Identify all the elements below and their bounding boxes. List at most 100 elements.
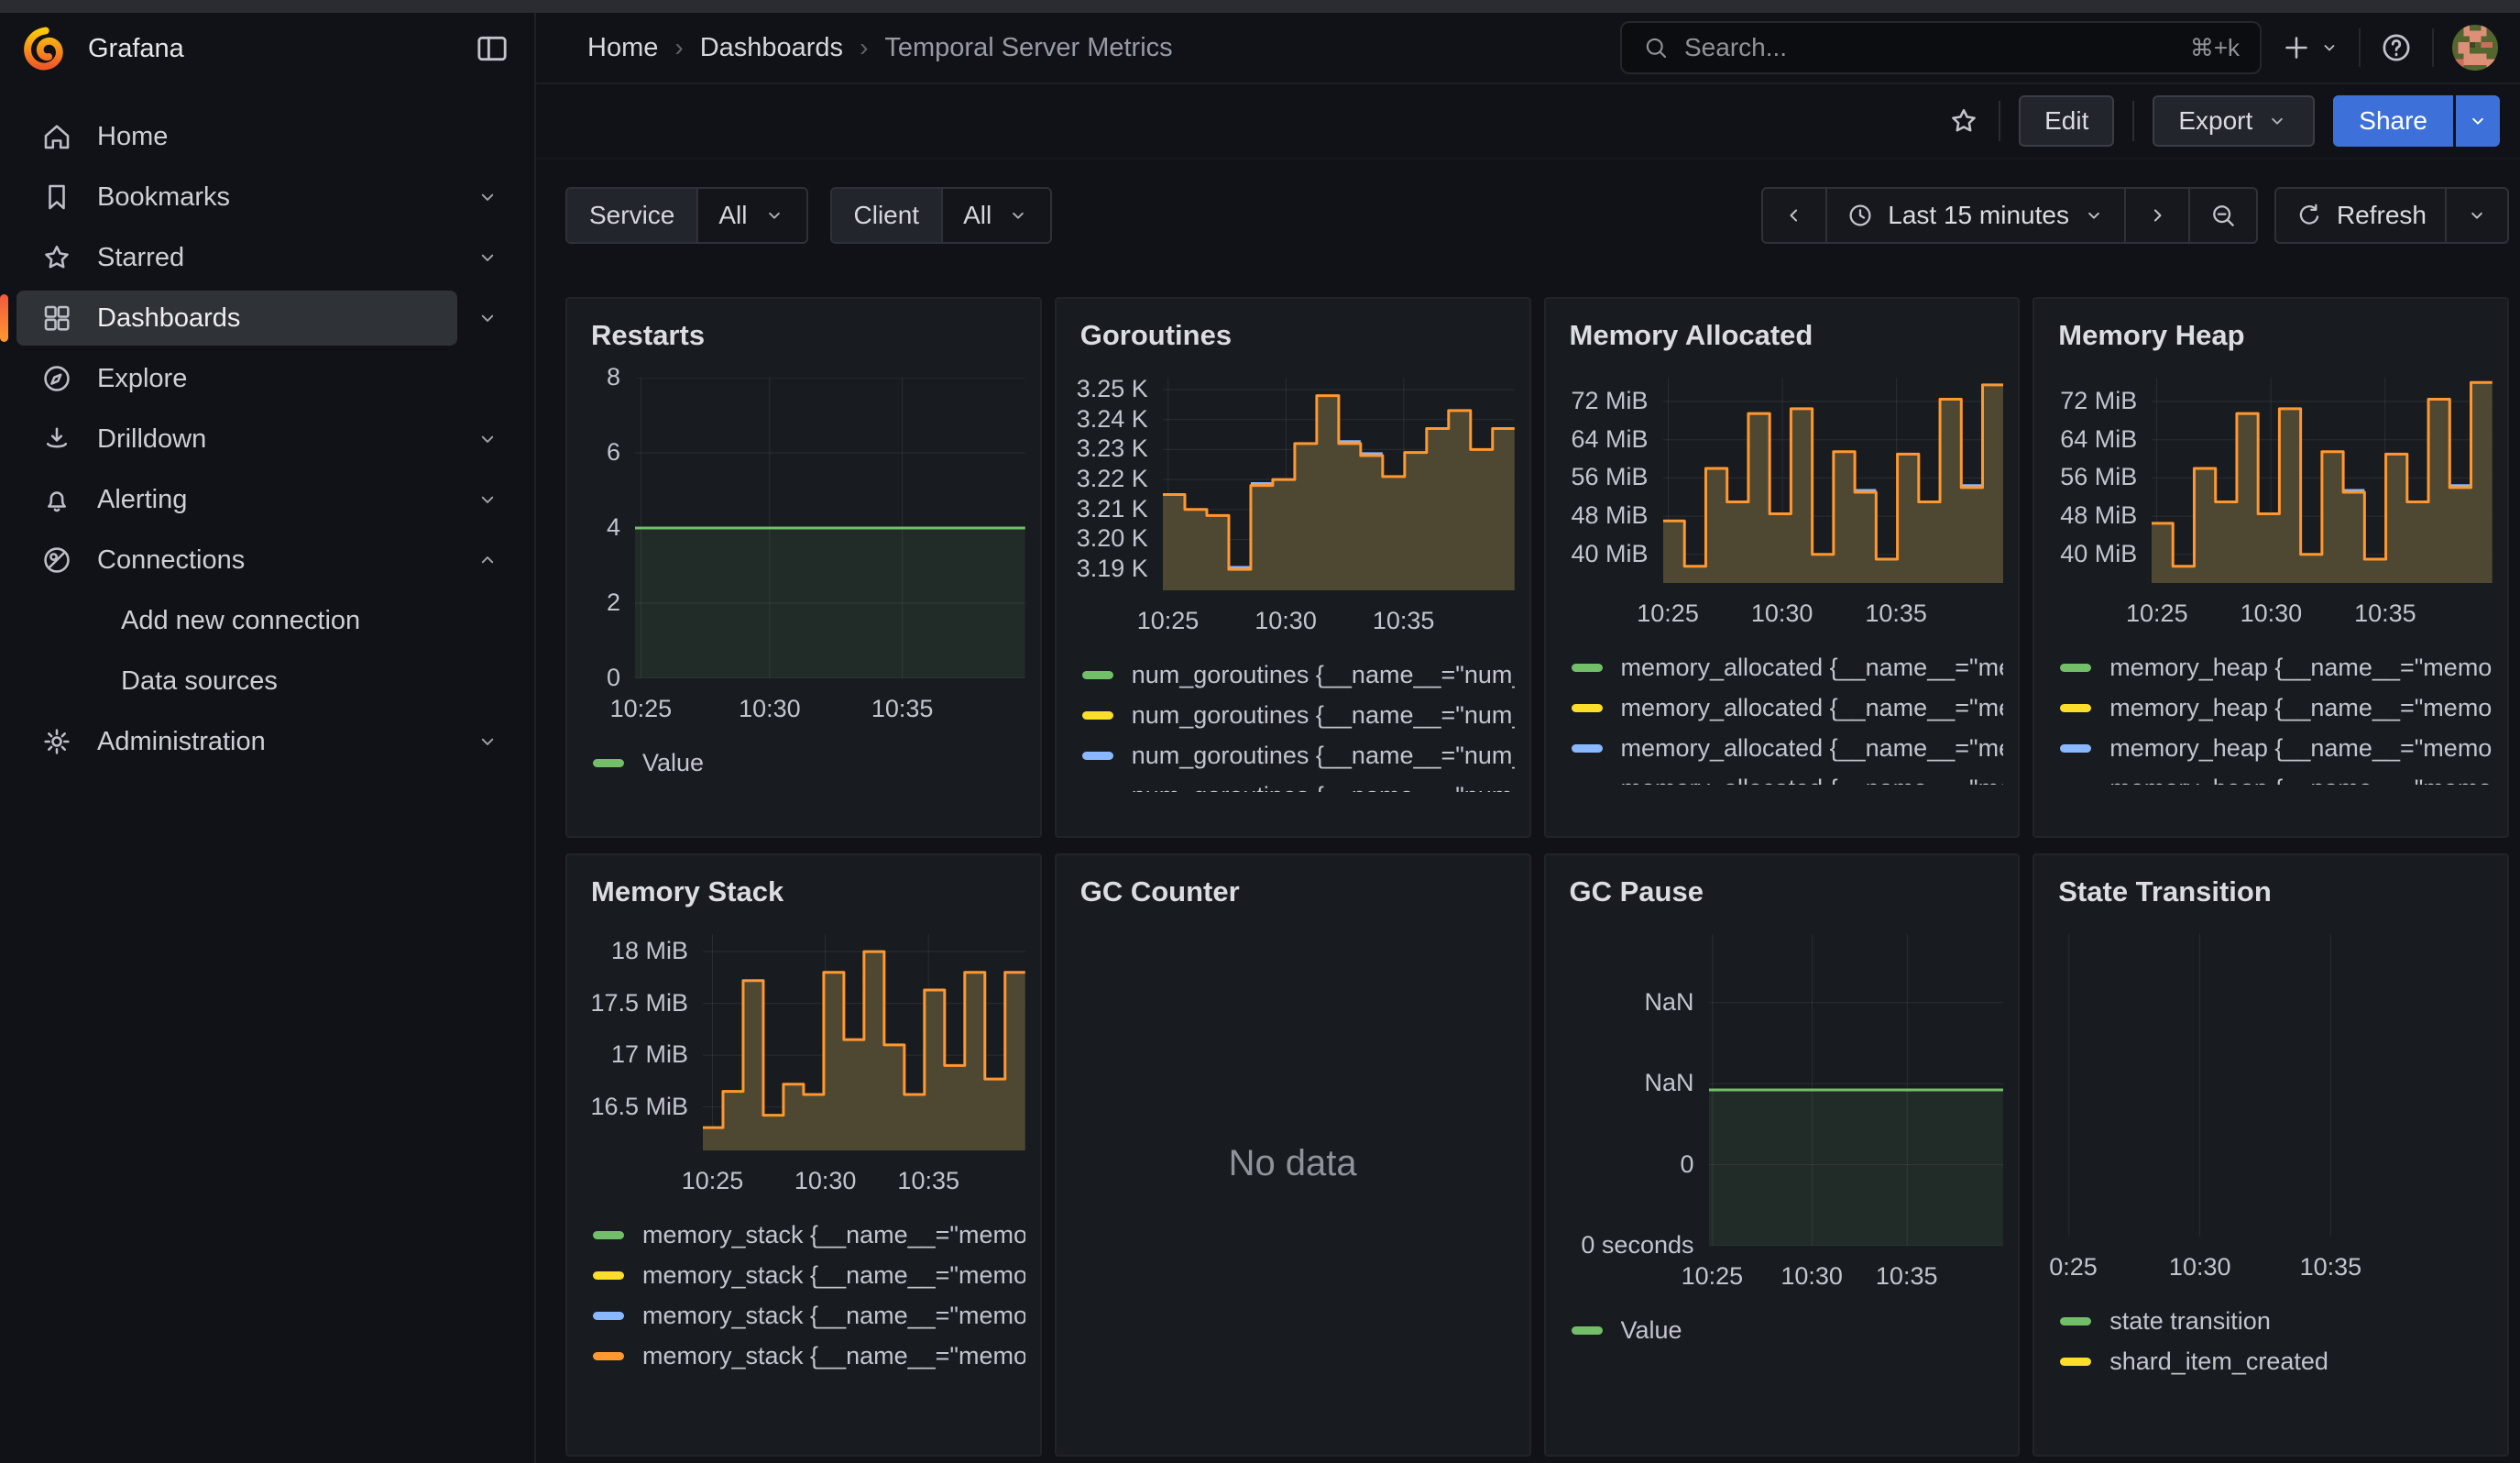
share-menu-button[interactable] xyxy=(2456,95,2500,147)
sidebar-item-expand-button[interactable] xyxy=(457,547,518,573)
add-new-button[interactable] xyxy=(2280,31,2340,64)
sidebar-toggle-button[interactable] xyxy=(474,30,510,67)
sidebar-item-link[interactable]: Starred xyxy=(16,230,457,285)
sidebar-item-link[interactable]: Home xyxy=(16,109,518,164)
legend-item[interactable]: memory_allocated {__name__="memo xyxy=(1572,688,2004,728)
legend-item[interactable]: memory_stack {__name__="memory_s xyxy=(593,1295,1025,1336)
legend-item[interactable]: memory_heap {__name__="memory_h xyxy=(2060,688,2493,728)
panel-title[interactable]: State Transition xyxy=(2049,855,2493,908)
sidebar-item-expand-button[interactable] xyxy=(457,426,518,452)
sidebar-item-starred: Starred xyxy=(16,227,518,288)
plus-icon xyxy=(2280,31,2313,64)
legend-item[interactable]: state transition xyxy=(2060,1301,2493,1341)
chart-canvas[interactable] xyxy=(703,934,1025,1150)
panel-restarts: Restarts8642010:2510:3010:35Value xyxy=(565,297,1042,838)
legend-item[interactable]: memory_stack {__name__="memory_s xyxy=(593,1255,1025,1295)
breadcrumb-item-dashboards[interactable]: Dashboards xyxy=(700,33,843,63)
legend: memory_allocated {__name__="memomemory_a… xyxy=(1561,647,2004,785)
legend-item[interactable]: num_goroutines {__name__="num_go xyxy=(1082,776,1515,792)
refresh-interval-button[interactable] xyxy=(2445,189,2507,242)
sidebar-item-expand-button[interactable] xyxy=(457,487,518,512)
legend-item[interactable]: memory_heap {__name__="memory_h xyxy=(2060,728,2493,768)
chart-canvas[interactable] xyxy=(635,378,1025,678)
chart-canvas[interactable] xyxy=(2152,378,2493,583)
star-icon-svg xyxy=(40,241,73,274)
legend-item[interactable]: memory_allocated {__name__="memo xyxy=(1572,768,2004,785)
x-tick-label: 0:25 xyxy=(2049,1253,2098,1282)
legend-item[interactable]: num_goroutines {__name__="num_go xyxy=(1082,695,1515,735)
panel-title[interactable]: GC Pause xyxy=(1561,855,2004,908)
legend: state transitionshard_item_created xyxy=(2049,1301,2493,1381)
chart-canvas[interactable] xyxy=(1163,378,1515,590)
sidebar-item-link[interactable]: Add new connection xyxy=(16,593,518,648)
panel-title[interactable]: GC Counter xyxy=(1071,855,1515,908)
variable-filter-client[interactable]: ClientAll xyxy=(830,187,1053,244)
compass-icon-svg xyxy=(40,362,73,395)
export-button[interactable]: Export xyxy=(2153,95,2315,147)
plot-row: NaNNaN00 seconds xyxy=(1561,934,2004,1246)
sidebar-item-link[interactable]: Drilldown xyxy=(16,412,457,467)
edit-button[interactable]: Edit xyxy=(2019,95,2114,147)
help-button[interactable] xyxy=(2379,30,2414,65)
legend-item[interactable]: shard_item_created xyxy=(2060,1341,2493,1381)
legend-item[interactable]: Value xyxy=(593,742,1025,783)
zoom-out-button[interactable] xyxy=(2188,189,2256,242)
variable-value-dropdown[interactable]: All xyxy=(943,189,1050,242)
sidebar-item-link[interactable]: Explore xyxy=(16,351,518,406)
legend-item[interactable]: memory_heap {__name__="memory_h xyxy=(2060,768,2493,785)
chart-canvas[interactable] xyxy=(2049,934,2493,1237)
sidebar-item-expand-button[interactable] xyxy=(457,245,518,270)
sidebar-item-link[interactable]: Data sources xyxy=(16,654,518,709)
legend-item[interactable]: num_goroutines {__name__="num_go xyxy=(1082,654,1515,695)
user-avatar[interactable] xyxy=(2452,25,2498,71)
legend-label: memory_heap {__name__="memory_h xyxy=(2109,734,2493,763)
x-tick-label: 10:30 xyxy=(794,1167,857,1195)
panel-title[interactable]: Memory Allocated xyxy=(1561,299,2004,352)
time-range-picker[interactable]: Last 15 minutes xyxy=(1825,189,2124,242)
divider xyxy=(2359,28,2361,67)
sidebar-item-link[interactable]: Dashboards xyxy=(16,291,457,346)
legend-item[interactable]: num_goroutines {__name__="num_go xyxy=(1082,735,1515,776)
legend-item[interactable]: Value xyxy=(1572,1310,2004,1350)
time-back-button[interactable] xyxy=(1763,189,1825,242)
chevron-right-icon xyxy=(2144,203,2170,228)
chart-canvas[interactable] xyxy=(1663,378,2004,583)
sidebar-item-link[interactable]: Alerting xyxy=(16,472,457,527)
refresh-button[interactable]: Refresh xyxy=(2276,189,2445,242)
panel-title[interactable]: Memory Stack xyxy=(582,855,1025,908)
breadcrumb-item-home[interactable]: Home xyxy=(587,33,658,63)
chevron-down-icon xyxy=(475,729,500,754)
variable-value-dropdown[interactable]: All xyxy=(698,189,805,242)
y-tick-label: 6 xyxy=(607,438,620,467)
time-forward-button[interactable] xyxy=(2124,189,2188,242)
sidebar-item-expand-button[interactable] xyxy=(457,184,518,210)
sidebar-item-label: Data sources xyxy=(121,666,278,697)
panel-title[interactable]: Goroutines xyxy=(1071,299,1515,352)
panel-title[interactable]: Restarts xyxy=(582,299,1025,352)
legend-label: memory_heap {__name__="memory_h xyxy=(2109,654,2493,682)
star-dashboard-button[interactable] xyxy=(1947,104,1980,138)
sidebar-item-add-new-connection: Add new connection xyxy=(16,590,518,651)
share-button[interactable]: Share xyxy=(2333,95,2453,147)
variable-filter-service[interactable]: ServiceAll xyxy=(565,187,808,244)
clock-icon xyxy=(1846,201,1875,230)
sidebar-item-link[interactable]: Administration xyxy=(16,714,457,769)
panel-gc-counter: GC CounterNo data xyxy=(1055,853,1531,1457)
bookmark-icon-svg xyxy=(40,181,73,214)
sidebar-item-link[interactable]: Connections xyxy=(16,533,457,588)
legend-label: num_goroutines {__name__="num_go xyxy=(1132,701,1515,730)
sidebar-item-expand-button[interactable] xyxy=(457,305,518,331)
sidebar-item-expand-button[interactable] xyxy=(457,729,518,754)
legend-item[interactable]: memory_stack {__name__="memory_s xyxy=(593,1215,1025,1255)
sidebar-item-link[interactable]: Bookmarks xyxy=(16,170,457,225)
plot-area xyxy=(1663,378,2004,583)
chart-canvas[interactable] xyxy=(1709,934,2004,1246)
legend-item[interactable]: memory_heap {__name__="memory_h xyxy=(2060,647,2493,688)
legend-item[interactable]: memory_allocated {__name__="memo xyxy=(1572,647,2004,688)
sidebar-item-label: Starred xyxy=(97,243,184,273)
legend-item[interactable]: memory_stack {__name__="memory_s xyxy=(593,1336,1025,1376)
legend-item[interactable]: memory_allocated {__name__="memo xyxy=(1572,728,2004,768)
dashboard-toolbar: Edit Export Share xyxy=(536,84,2520,160)
panel-title[interactable]: Memory Heap xyxy=(2049,299,2493,352)
search-input[interactable]: Search... ⌘+k xyxy=(1620,21,2262,74)
